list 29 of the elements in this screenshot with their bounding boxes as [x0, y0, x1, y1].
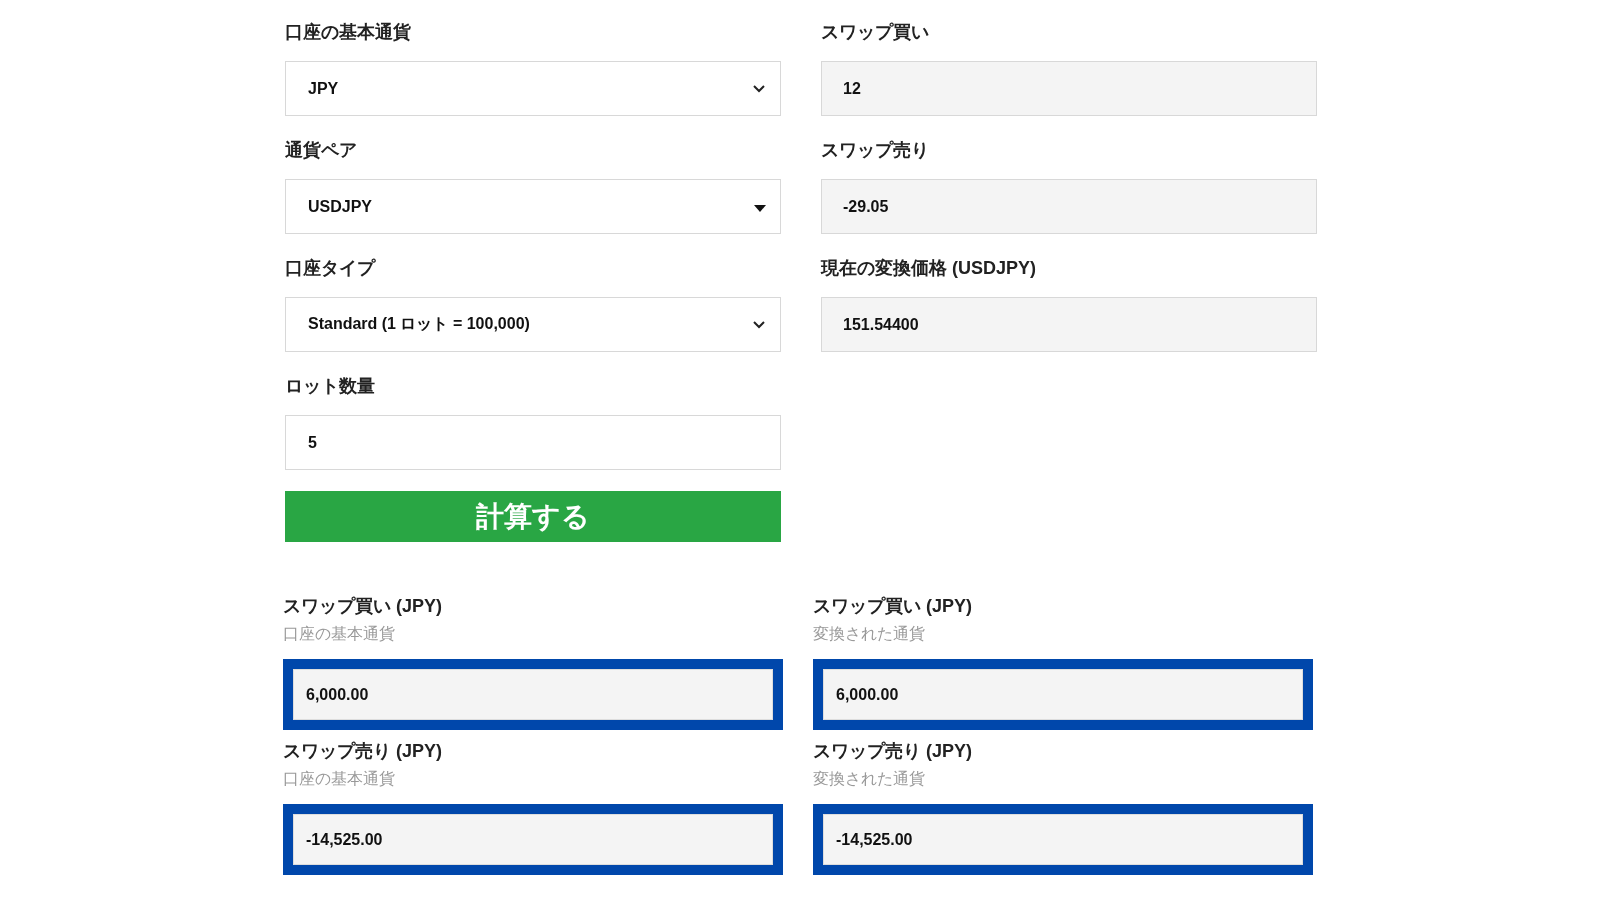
input-field[interactable]: 5	[285, 415, 781, 470]
select-dropdown[interactable]: JPY	[285, 61, 781, 116]
select-dropdown[interactable]: Standard (1 ロット = 100,000)	[285, 297, 781, 352]
chevron-down-icon	[752, 83, 766, 94]
field-label: 現在の変換価格 (USDJPY)	[821, 257, 1037, 280]
result-label: スワップ買い (JPY)	[813, 595, 973, 618]
result-label: スワップ売り (JPY)	[813, 740, 973, 763]
caret-down-icon	[754, 204, 766, 213]
result-field[interactable]: -14,525.00	[823, 814, 1303, 865]
readonly-field[interactable]: 151.54400	[821, 297, 1317, 352]
result-field[interactable]: 6,000.00	[823, 669, 1303, 720]
result-label: スワップ買い (JPY)	[283, 595, 443, 618]
result-sublabel: 変換された通貨	[813, 624, 926, 644]
result-sublabel: 口座の基本通貨	[283, 624, 396, 644]
field-label: スワップ売り	[821, 139, 930, 162]
select-dropdown[interactable]: USDJPY	[285, 179, 781, 234]
field-label: 通貨ペア	[285, 139, 358, 162]
result-sublabel: 口座の基本通貨	[283, 769, 396, 789]
result-label: スワップ売り (JPY)	[283, 740, 443, 763]
readonly-field[interactable]: 12	[821, 61, 1317, 116]
result-sublabel: 変換された通貨	[813, 769, 926, 789]
field-label: 口座タイプ	[285, 257, 377, 280]
field-label: 口座の基本通貨	[285, 21, 412, 44]
readonly-field[interactable]: -29.05	[821, 179, 1317, 234]
field-label: ロット数量	[285, 375, 376, 398]
result-field[interactable]: 6,000.00	[293, 669, 773, 720]
result-field[interactable]: -14,525.00	[293, 814, 773, 865]
chevron-down-icon	[752, 319, 766, 330]
field-label: スワップ買い	[821, 21, 930, 44]
